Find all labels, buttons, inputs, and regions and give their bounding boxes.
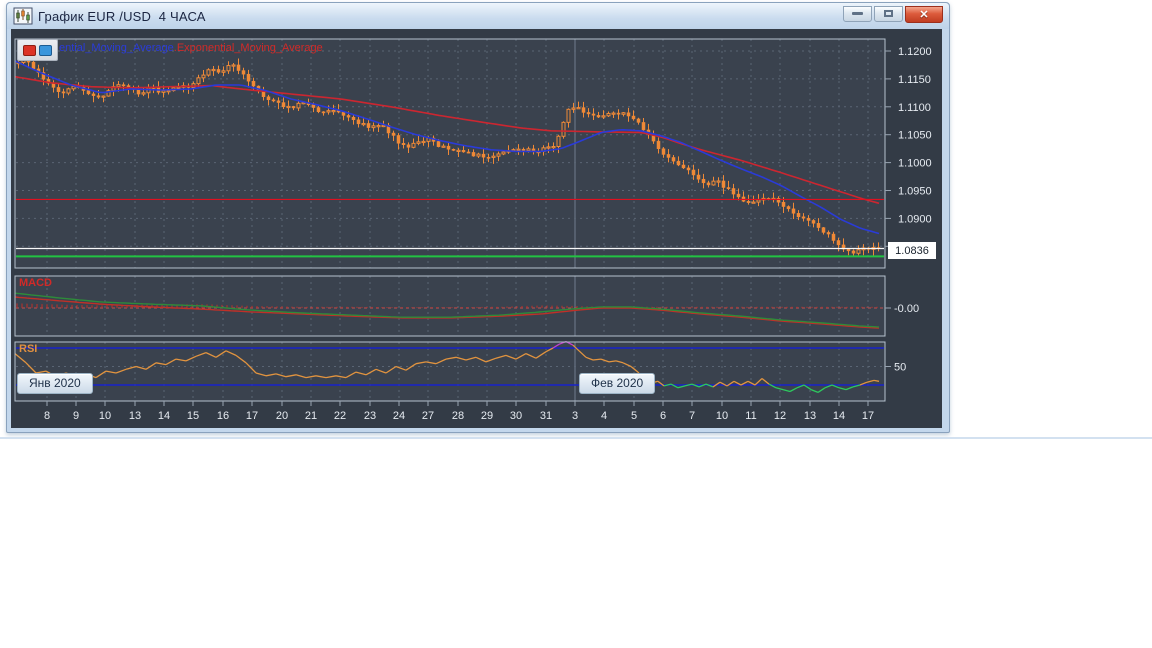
ema-slow-legend: Exponential_Moving_Average <box>176 42 323 54</box>
page-divider-line <box>0 437 1152 439</box>
svg-text:1.1150: 1.1150 <box>898 74 931 86</box>
svg-text:9: 9 <box>73 410 79 422</box>
svg-text:29: 29 <box>481 410 493 422</box>
month-tag-january[interactable]: Янв 2020 <box>17 373 93 394</box>
ema-fast-legend: ential_Moving_Average <box>59 42 174 54</box>
svg-text:20: 20 <box>276 410 288 422</box>
svg-text:16: 16 <box>217 410 229 422</box>
svg-text:1.1000: 1.1000 <box>898 158 932 170</box>
svg-text:4: 4 <box>601 410 607 422</box>
svg-text:-0.00: -0.00 <box>894 303 919 315</box>
indicator-legend: ential_Moving_Average.Exponential_Moving… <box>59 42 323 54</box>
svg-text:17: 17 <box>246 410 258 422</box>
svg-text:1.0950: 1.0950 <box>898 186 932 198</box>
svg-text:31: 31 <box>540 410 552 422</box>
svg-text:14: 14 <box>158 410 170 422</box>
svg-text:15: 15 <box>187 410 199 422</box>
svg-text:6: 6 <box>660 410 666 422</box>
svg-text:30: 30 <box>510 410 522 422</box>
close-icon: ✕ <box>919 8 929 21</box>
svg-text:10: 10 <box>99 410 111 422</box>
candlestick-chart-icon <box>13 7 33 25</box>
svg-text:23: 23 <box>364 410 376 422</box>
svg-text:1.1050: 1.1050 <box>898 130 932 142</box>
svg-text:14: 14 <box>833 410 845 422</box>
svg-text:50: 50 <box>894 362 906 374</box>
desktop: График EUR /USD 4 ЧАСА ✕ 1.1200 1.1150 1.1… <box>0 0 1152 648</box>
chart-client-area: 1.1200 1.1150 1.1100 1.1050 1.1000 1.0950 1.09… <box>11 29 942 428</box>
ema-fast-swatch[interactable] <box>39 44 52 56</box>
minimize-button[interactable] <box>843 5 872 22</box>
chart-window: График EUR /USD 4 ЧАСА ✕ 1.1200 1.1150 1.1… <box>6 2 950 433</box>
svg-text:11: 11 <box>745 410 756 422</box>
svg-text:1.0900: 1.0900 <box>898 213 932 225</box>
svg-text:21: 21 <box>305 410 317 422</box>
restore-icon <box>884 10 893 17</box>
svg-text:27: 27 <box>422 410 434 422</box>
svg-text:10: 10 <box>716 410 728 422</box>
svg-text:5: 5 <box>631 410 637 422</box>
window-titlebar[interactable]: График EUR /USD 4 ЧАСА ✕ <box>7 3 949 29</box>
svg-text:1.1100: 1.1100 <box>898 102 931 114</box>
svg-text:3: 3 <box>572 410 578 422</box>
svg-text:24: 24 <box>393 410 405 422</box>
svg-text:7: 7 <box>689 410 695 422</box>
close-button[interactable]: ✕ <box>905 5 943 23</box>
rsi-label: RSI <box>19 343 38 355</box>
svg-text:17: 17 <box>862 410 874 422</box>
svg-text:28: 28 <box>452 410 464 422</box>
indicator-swatches[interactable] <box>17 39 58 61</box>
macd-label: MACD <box>19 277 52 289</box>
svg-text:13: 13 <box>129 410 141 422</box>
chart-canvas[interactable]: 1.1200 1.1150 1.1100 1.1050 1.1000 1.0950 1.09… <box>11 29 942 428</box>
window-title: График EUR /USD 4 ЧАСА <box>38 8 206 24</box>
svg-text:1.1200: 1.1200 <box>898 46 932 58</box>
svg-text:12: 12 <box>774 410 786 422</box>
svg-text:8: 8 <box>44 410 50 422</box>
last-price-label: 1.0836 <box>888 242 936 259</box>
ema-slow-swatch[interactable] <box>23 44 36 56</box>
month-tag-february[interactable]: Фев 2020 <box>579 373 656 394</box>
svg-text:13: 13 <box>804 410 816 422</box>
svg-text:22: 22 <box>334 410 346 422</box>
minimize-icon <box>852 12 863 15</box>
window-controls: ✕ <box>843 5 943 23</box>
restore-button[interactable] <box>874 5 903 22</box>
